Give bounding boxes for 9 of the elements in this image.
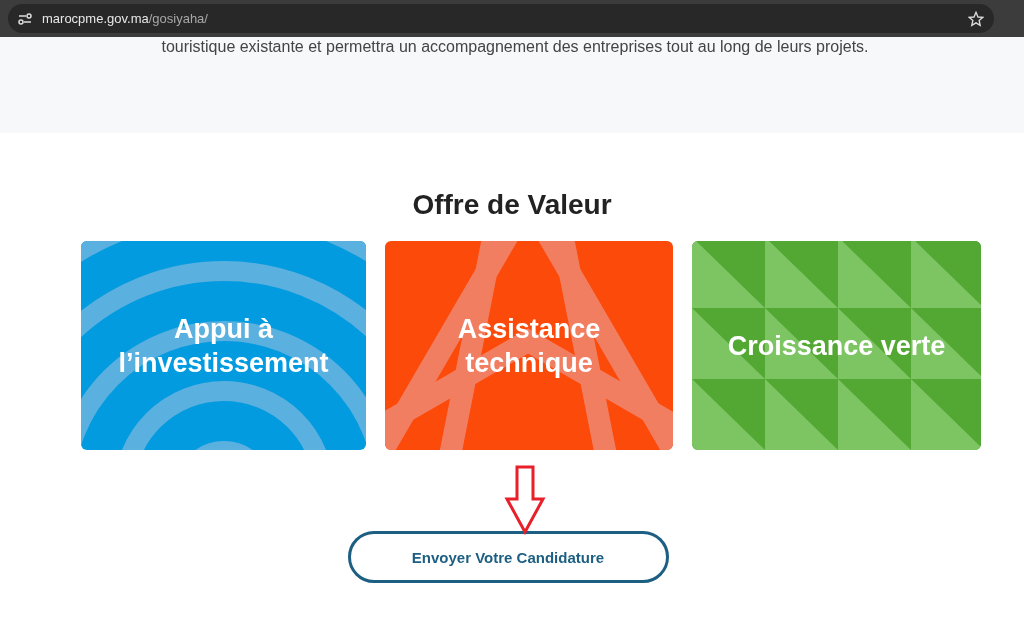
section-title: Offre de Valeur	[411, 189, 613, 221]
card-title: Appui à l’investissement	[117, 312, 330, 380]
star-icon[interactable]	[968, 10, 984, 27]
apply-button[interactable]: Envoyer Votre Candidature	[347, 531, 669, 583]
card-title: Croissance verte	[726, 329, 947, 363]
address-bar[interactable]: marocpme.gov.ma/gosiyaha/	[8, 4, 994, 33]
intro-text: touristique existante et permettra un accompagnement des entreprises tout au long de leurs projets.	[160, 37, 869, 57]
url-text[interactable]: marocpme.gov.ma/gosiyaha/	[42, 11, 208, 26]
site-settings-icon[interactable]	[18, 12, 32, 25]
